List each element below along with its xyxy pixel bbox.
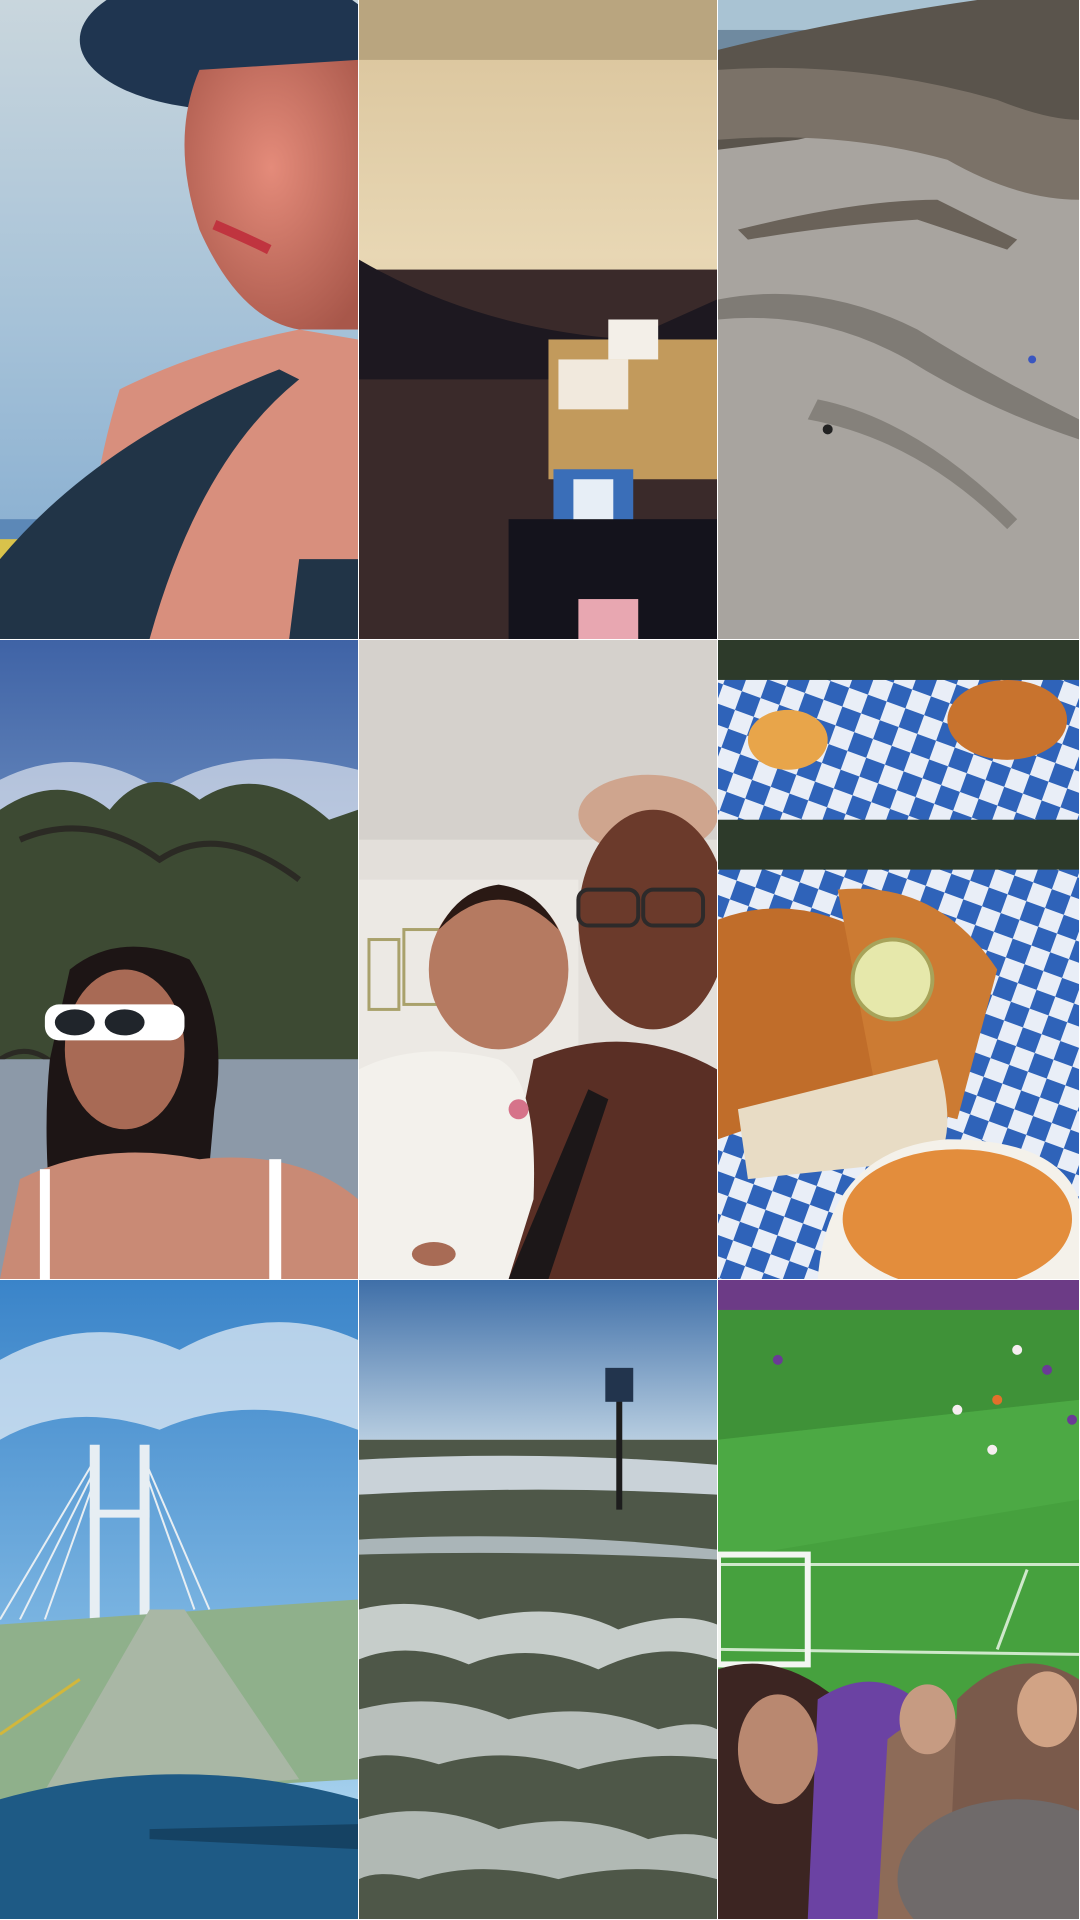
lake-selfie-image xyxy=(0,0,358,639)
driftwood-beach-image xyxy=(718,0,1079,639)
soccer-stadium-image xyxy=(718,1280,1079,1919)
ocean-waves-image xyxy=(359,1280,717,1919)
mother-baby-image xyxy=(359,640,717,1279)
bridge-drive-image xyxy=(0,1280,358,1919)
tile-ocean-waves-sign[interactable] xyxy=(359,1280,718,1920)
tile-blurred-backpack[interactable] xyxy=(359,0,718,640)
tile-tree-sunglasses-selfie[interactable] xyxy=(0,640,359,1280)
photo-collage-grid xyxy=(0,0,1080,1920)
tile-mother-baby-selfie[interactable] xyxy=(359,640,718,1280)
tile-cable-bridge-drive[interactable] xyxy=(0,1280,359,1920)
tile-lake-selfie-hat[interactable] xyxy=(0,0,359,640)
tile-soccer-stadium[interactable] xyxy=(718,1280,1080,1920)
tile-driftwood-beach[interactable] xyxy=(718,0,1080,640)
tile-fried-chicken-plate[interactable] xyxy=(718,640,1080,1280)
blurred-backpack-image xyxy=(359,0,717,639)
tree-selfie-image xyxy=(0,640,358,1279)
fried-chicken-image xyxy=(718,640,1079,1279)
